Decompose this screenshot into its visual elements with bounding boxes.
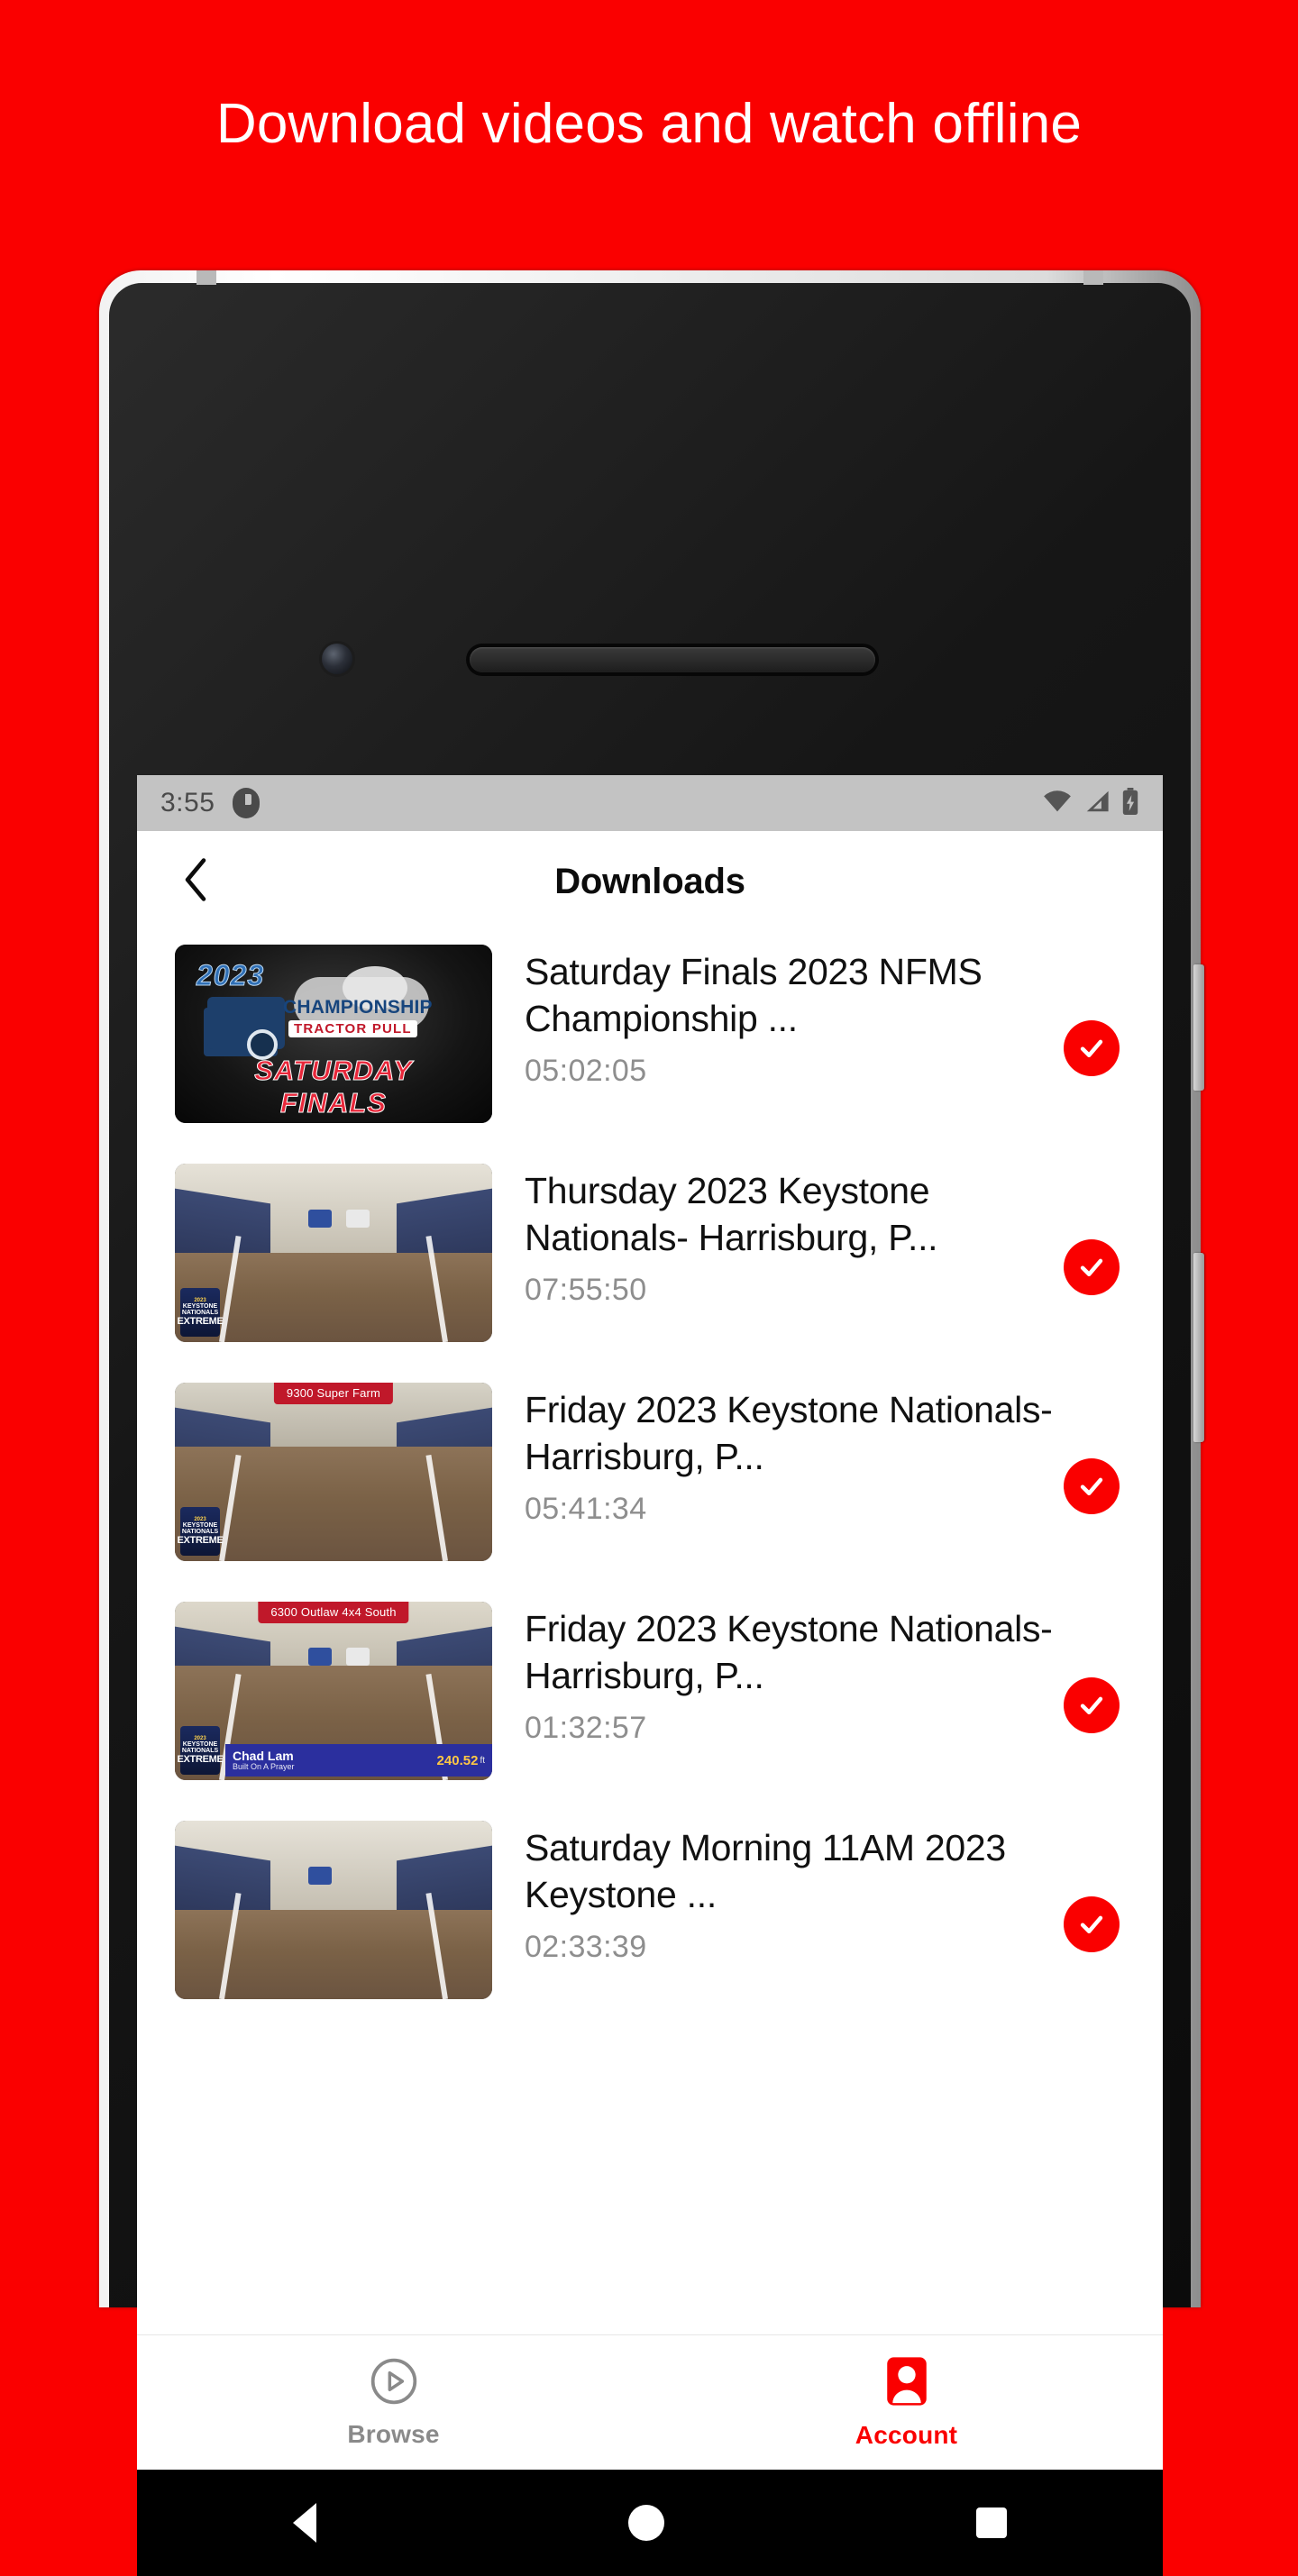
download-meta: Friday 2023 Keystone Nationals- Harrisbu… [492, 1602, 1053, 1746]
logo-brand: EXTREME [177, 1753, 224, 1765]
app-header: Downloads [137, 831, 1163, 932]
status-bar-icons [1042, 787, 1139, 819]
earpiece-speaker [470, 647, 875, 672]
antenna-nub-left [197, 270, 216, 285]
battery-charging-icon [1121, 787, 1139, 819]
volume-button[interactable] [1193, 964, 1204, 1091]
check-circle-icon[interactable] [1064, 1677, 1120, 1733]
status-bar: 3:55 [137, 775, 1163, 831]
arena-photo [175, 1821, 492, 1999]
account-card-icon [883, 2355, 930, 2412]
play-circle-icon [369, 2356, 419, 2411]
status-bar-time: 3:55 [160, 788, 215, 818]
promo-headline: Download videos and watch offline [215, 93, 1083, 155]
logo-brand: EXTREME [177, 1534, 224, 1546]
check-circle-icon[interactable] [1064, 1458, 1120, 1514]
download-title: Friday 2023 Keystone Nationals- Harrisbu… [525, 1389, 1053, 1478]
download-duration: 01:32:57 [525, 1710, 647, 1745]
cellular-signal-icon [1084, 790, 1110, 818]
notification-app-icon [233, 788, 261, 818]
video-thumbnail[interactable]: 9300 Super Farm 2023 KEYSTONE NATIONALS … [175, 1383, 492, 1561]
downloads-list: 2023 CHAMPIONSHIP TRACTOR PULL SATURDAY … [137, 932, 1163, 2027]
tab-browse[interactable]: Browse [137, 2335, 650, 2470]
logo-event: KEYSTONE NATIONALS [181, 1741, 219, 1755]
class-banner: 9300 Super Farm [273, 1383, 394, 1404]
poster-line-3: SATURDAY [254, 1055, 413, 1087]
download-meta: Friday 2023 Keystone Nationals- Harrisbu… [492, 1383, 1053, 1527]
download-title: Thursday 2023 Keystone Nationals- Harris… [525, 1170, 938, 1259]
check-circle-icon[interactable] [1064, 1239, 1120, 1295]
check-circle-icon[interactable] [1064, 1896, 1120, 1952]
logo-event: KEYSTONE NATIONALS [181, 1303, 219, 1317]
tab-browse-label: Browse [347, 2420, 440, 2448]
download-title: Saturday Morning 11AM 2023 Keystone ... [525, 1827, 1006, 1916]
poster-line-2: TRACTOR PULL [288, 1020, 417, 1037]
logo-event: KEYSTONE NATIONALS [181, 1522, 219, 1536]
download-meta: Saturday Morning 11AM 2023 Keystone ... … [492, 1821, 1053, 1965]
video-thumbnail[interactable]: 2023 CHAMPIONSHIP TRACTOR PULL SATURDAY … [175, 945, 492, 1123]
video-thumbnail[interactable] [175, 1821, 492, 1999]
back-button[interactable] [175, 857, 216, 902]
poster-line-4: FINALS [280, 1087, 387, 1119]
android-nav-bar [137, 2470, 1163, 2576]
circle-home-icon[interactable] [628, 2505, 664, 2541]
event-logo-badge: 2023 KEYSTONE NATIONALS EXTREME [177, 1726, 224, 1775]
driver-score-overlay: Chad Lam Built On A Prayer 240.52 ft [225, 1744, 492, 1777]
triangle-back-icon[interactable] [293, 2503, 316, 2543]
download-list-item[interactable]: 2023 KEYSTONE NATIONALS EXTREME Thursday… [137, 1151, 1163, 1370]
download-meta: Saturday Finals 2023 NFMS Championship .… [492, 945, 1053, 1089]
tab-account-label: Account [855, 2421, 958, 2449]
video-thumbnail[interactable]: 2023 KEYSTONE NATIONALS EXTREME [175, 1164, 492, 1342]
download-list-item[interactable]: 9300 Super Farm 2023 KEYSTONE NATIONALS … [137, 1370, 1163, 1589]
event-logo-badge: 2023 KEYSTONE NATIONALS EXTREME [177, 1507, 224, 1556]
download-list-item[interactable]: Saturday Morning 11AM 2023 Keystone ... … [137, 1808, 1163, 2027]
video-thumbnail[interactable]: 6300 Outlaw 4x4 South 2023 KEYSTONE NATI… [175, 1602, 492, 1780]
chevron-left-icon [182, 857, 209, 907]
poster-line-1: CHAMPIONSHIP [283, 997, 433, 1018]
logo-brand: EXTREME [177, 1315, 224, 1327]
download-list-item[interactable]: 2023 CHAMPIONSHIP TRACTOR PULL SATURDAY … [137, 932, 1163, 1151]
poster-year: 2023 [196, 959, 265, 992]
square-recents-icon[interactable] [976, 2507, 1007, 2538]
download-title: Friday 2023 Keystone Nationals- Harrisbu… [525, 1608, 1053, 1697]
download-duration: 07:55:50 [525, 1272, 647, 1307]
page-title: Downloads [554, 861, 745, 901]
front-camera-icon [322, 644, 352, 674]
check-circle-icon[interactable] [1064, 1020, 1120, 1076]
phone-screen: 3:55 Downloads 2023 CHAMPIONSHIP TRACTOR… [137, 775, 1163, 2576]
download-duration: 02:33:39 [525, 1929, 647, 1964]
bottom-tab-bar: Browse Account [137, 2334, 1163, 2470]
antenna-nub-right [1083, 270, 1103, 285]
download-list-item[interactable]: 6300 Outlaw 4x4 South 2023 KEYSTONE NATI… [137, 1589, 1163, 1808]
phone-mockup: 3:55 Downloads 2023 CHAMPIONSHIP TRACTOR… [99, 270, 1204, 2576]
tab-account[interactable]: Account [650, 2335, 1163, 2470]
download-title: Saturday Finals 2023 NFMS Championship .… [525, 951, 983, 1040]
driver-name: Chad Lam [233, 1748, 294, 1763]
pull-distance: 240.52 [436, 1752, 479, 1768]
power-button[interactable] [1193, 1253, 1204, 1442]
driver-vehicle: Built On A Prayer [233, 1762, 295, 1772]
download-duration: 05:02:05 [525, 1053, 647, 1088]
wifi-icon [1042, 790, 1073, 818]
pull-distance-unit: ft [480, 1755, 485, 1766]
event-logo-badge: 2023 KEYSTONE NATIONALS EXTREME [177, 1288, 224, 1337]
class-banner: 6300 Outlaw 4x4 South [258, 1602, 409, 1623]
download-meta: Thursday 2023 Keystone Nationals- Harris… [492, 1164, 1053, 1308]
download-duration: 05:41:34 [525, 1491, 647, 1526]
